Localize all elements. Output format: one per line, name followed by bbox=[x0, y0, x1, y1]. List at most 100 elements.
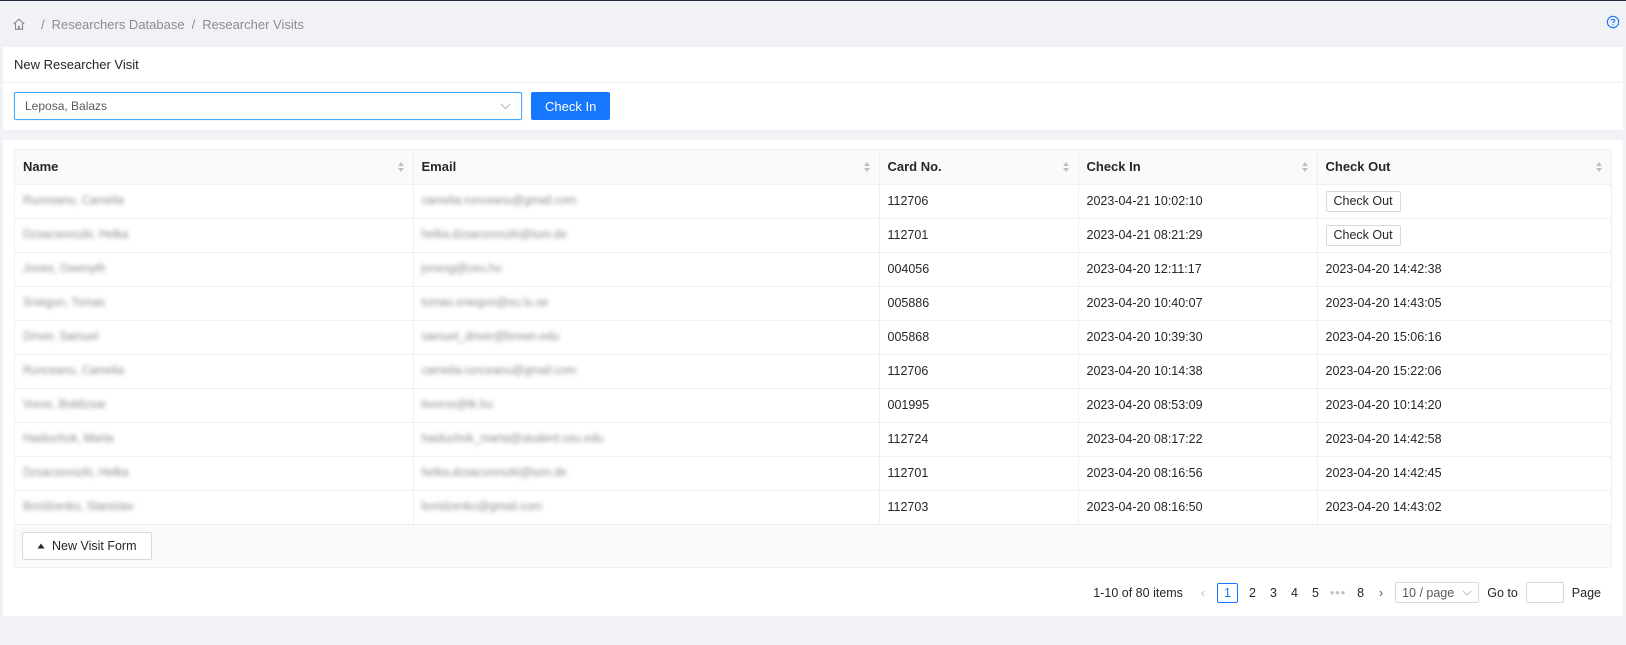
check-out-button[interactable]: Check Out bbox=[1325, 224, 1401, 246]
cell-name: Jones, Gwenyth bbox=[15, 252, 414, 287]
column-header-email[interactable]: Email bbox=[413, 150, 880, 185]
breadcrumb-researcher-visits: Researcher Visits bbox=[202, 16, 304, 32]
table-footer: New Visit Form bbox=[15, 524, 1611, 567]
sort-icon[interactable] bbox=[1062, 161, 1070, 173]
cell-card: 112706 bbox=[879, 184, 1079, 219]
page-size-select[interactable]: 10 / page bbox=[1395, 582, 1480, 603]
page-5[interactable]: 5 bbox=[1309, 586, 1322, 600]
new-visit-form: New Researcher Visit Leposa, Balazs Chec… bbox=[3, 47, 1623, 130]
breadcrumb-separator: / bbox=[191, 16, 196, 32]
chevron-down-icon bbox=[500, 103, 511, 109]
pagination-total: 1-10 of 80 items bbox=[1093, 585, 1183, 600]
cell-email: jonesg@ceu.hu bbox=[413, 252, 880, 287]
check-in-button[interactable]: Check In bbox=[531, 92, 611, 120]
cell-check-in: 2023-04-21 08:21:29 bbox=[1078, 218, 1318, 253]
goto-label: Go to bbox=[1487, 585, 1518, 600]
sort-icon[interactable] bbox=[1595, 161, 1603, 173]
cell-check-in: 2023-04-20 08:16:56 bbox=[1078, 456, 1318, 491]
cell-email: tomas.sniegon@eu.lu.se bbox=[413, 286, 880, 321]
cell-check-in: 2023-04-20 08:53:09 bbox=[1078, 388, 1318, 423]
new-visit-form-button[interactable]: New Visit Form bbox=[22, 531, 152, 560]
cell-name: Driver, Samuel bbox=[15, 320, 414, 355]
cell-email: camelia.runceanu@gmail.com bbox=[413, 354, 880, 389]
table-row: Jones, Gwenyth jonesg@ceu.hu 004056 2023… bbox=[15, 252, 1611, 287]
cell-name: Dzsacsovszki, Helka bbox=[15, 218, 414, 253]
next-page-icon[interactable]: › bbox=[1375, 586, 1387, 600]
cell-card: 005868 bbox=[879, 320, 1079, 355]
page-4[interactable]: 4 bbox=[1288, 586, 1301, 600]
breadcrumb-researchers-database[interactable]: Researchers Database bbox=[52, 17, 185, 32]
column-header-card-no[interactable]: Card No. bbox=[879, 150, 1079, 185]
cell-email: helka.dzsacsovszki@tum.de bbox=[413, 456, 880, 491]
cell-check-in: 2023-04-20 12:11:17 bbox=[1078, 252, 1318, 287]
jump-next-icon[interactable]: ••• bbox=[1330, 586, 1346, 600]
sort-icon[interactable] bbox=[863, 161, 871, 173]
cell-check-out: 2023-04-20 14:43:05 bbox=[1317, 286, 1611, 321]
table-row: Boridzenko, Stanislav boridzenko@gmail.c… bbox=[15, 490, 1611, 525]
page-3[interactable]: 3 bbox=[1267, 586, 1280, 600]
cell-card: 005886 bbox=[879, 286, 1079, 321]
cell-card: 112706 bbox=[879, 354, 1079, 389]
table-body: Runceanu, Camelia camelia.runceanu@gmail… bbox=[15, 184, 1611, 525]
table-row: Runceanu, Camelia camelia.runceanu@gmail… bbox=[15, 184, 1611, 219]
cell-card: 001995 bbox=[879, 388, 1079, 423]
cell-card: 112701 bbox=[879, 218, 1079, 253]
caret-up-icon bbox=[37, 543, 45, 548]
column-header-check-out[interactable]: Check Out bbox=[1317, 150, 1611, 185]
table-header-row: Name Email Card No. Check In Check Out bbox=[15, 150, 1611, 185]
cell-card: 112724 bbox=[879, 422, 1079, 457]
cell-name: Voros, Boldizsar bbox=[15, 388, 414, 423]
cell-card: 112701 bbox=[879, 456, 1079, 491]
cell-check-out: Check Out bbox=[1317, 184, 1611, 219]
page-1[interactable]: 1 bbox=[1216, 582, 1238, 603]
cell-check-out: 2023-04-20 14:43:02 bbox=[1317, 490, 1611, 525]
visits-table-card: Name Email Card No. Check In Check Out R… bbox=[3, 140, 1623, 616]
sort-icon[interactable] bbox=[397, 161, 405, 173]
cell-email: boridzenko@gmail.com bbox=[413, 490, 880, 525]
table-row: Driver, Samuel samuel_driver@brown.edu 0… bbox=[15, 320, 1611, 355]
cell-card: 112703 bbox=[879, 490, 1079, 525]
cell-name: Dzsacsovszki, Helka bbox=[15, 456, 414, 491]
home-icon[interactable] bbox=[12, 17, 26, 31]
check-out-button[interactable]: Check Out bbox=[1325, 190, 1401, 212]
cell-email: haiduchok_marta@student.ceu.edu bbox=[413, 422, 880, 457]
table-row: Runceanu, Camelia camelia.runceanu@gmail… bbox=[15, 354, 1611, 389]
cell-email: bvoros@tk.hu bbox=[413, 388, 880, 423]
cell-check-in: 2023-04-20 10:14:38 bbox=[1078, 354, 1318, 389]
cell-email: camelia.runceanu@gmail.com bbox=[413, 184, 880, 219]
cell-check-out: 2023-04-20 14:42:58 bbox=[1317, 422, 1611, 457]
cell-email: samuel_driver@brown.edu bbox=[413, 320, 880, 355]
column-header-check-in[interactable]: Check In bbox=[1078, 150, 1318, 185]
cell-check-in: 2023-04-20 08:17:22 bbox=[1078, 422, 1318, 457]
page-2[interactable]: 2 bbox=[1246, 586, 1259, 600]
goto-page-input[interactable] bbox=[1525, 582, 1564, 603]
cell-name: Sniegon, Tomas bbox=[15, 286, 414, 321]
cell-check-out: 2023-04-20 14:42:45 bbox=[1317, 456, 1611, 491]
pagination: 1-10 of 80 items ‹ 1 2 3 4 5 ••• 8 › 10 … bbox=[14, 568, 1612, 618]
cell-name: Runceanu, Camelia bbox=[15, 354, 414, 389]
cell-check-out: 2023-04-20 14:42:38 bbox=[1317, 252, 1611, 287]
table-row: Dzsacsovszki, Helka helka.dzsacsovszki@t… bbox=[15, 218, 1611, 253]
chevron-down-icon bbox=[1462, 590, 1472, 596]
researcher-select[interactable]: Leposa, Balazs bbox=[14, 92, 522, 120]
form-title: New Researcher Visit bbox=[3, 47, 1623, 83]
table-row: Haiduchok, Marta haiduchok_marta@student… bbox=[15, 422, 1611, 457]
help-icon[interactable] bbox=[1606, 15, 1620, 29]
table-row: Sniegon, Tomas tomas.sniegon@eu.lu.se 00… bbox=[15, 286, 1611, 321]
cell-check-out: 2023-04-20 15:22:06 bbox=[1317, 354, 1611, 389]
cell-check-out: Check Out bbox=[1317, 218, 1611, 253]
column-header-name[interactable]: Name bbox=[15, 150, 414, 185]
page-last[interactable]: 8 bbox=[1354, 586, 1367, 600]
table-row: Dzsacsovszki, Helka helka.dzsacsovszki@t… bbox=[15, 456, 1611, 491]
cell-check-out: 2023-04-20 10:14:20 bbox=[1317, 388, 1611, 423]
prev-page-icon[interactable]: ‹ bbox=[1197, 586, 1209, 600]
cell-check-out: 2023-04-20 15:06:16 bbox=[1317, 320, 1611, 355]
cell-name: Boridzenko, Stanislav bbox=[15, 490, 414, 525]
sort-icon[interactable] bbox=[1301, 161, 1309, 173]
cell-check-in: 2023-04-20 10:40:07 bbox=[1078, 286, 1318, 321]
cell-name: Runceanu, Camelia bbox=[15, 184, 414, 219]
researcher-select-value: Leposa, Balazs bbox=[25, 99, 108, 113]
visits-table: Name Email Card No. Check In Check Out R… bbox=[15, 150, 1611, 525]
cell-check-in: 2023-04-20 08:16:50 bbox=[1078, 490, 1318, 525]
page-label: Page bbox=[1571, 585, 1601, 600]
